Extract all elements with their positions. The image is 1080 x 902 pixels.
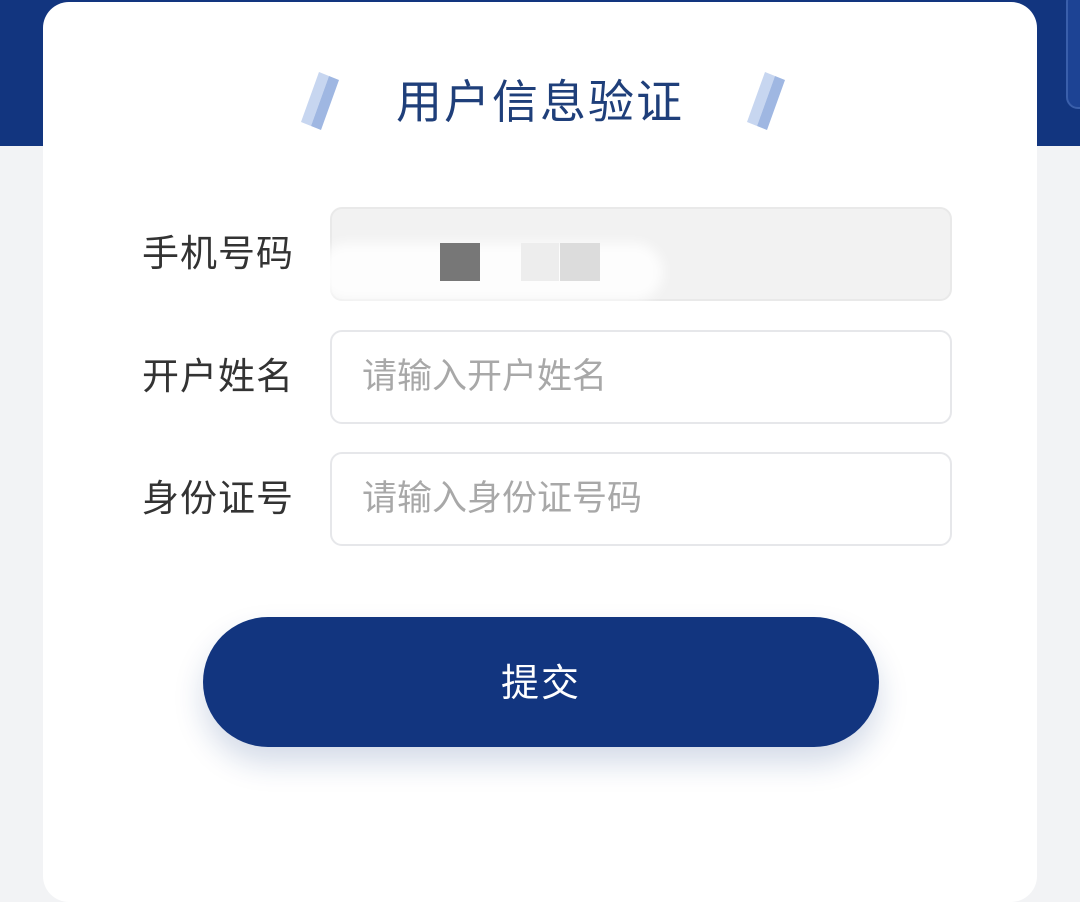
verification-card: 用户信息验证 手机号码 开户姓名 身份证号 提交 [43, 2, 1037, 902]
name-input[interactable] [330, 330, 952, 424]
id-label: 身份证号 [142, 477, 294, 520]
phone-mask-block [521, 243, 559, 281]
id-row: 身份证号 [43, 452, 1037, 546]
phone-row: 手机号码 [43, 207, 1037, 301]
side-panel-edge [1066, 0, 1080, 109]
title-row: 用户信息验证 [43, 62, 1037, 142]
id-number-input[interactable] [330, 452, 952, 546]
page-title: 用户信息验证 [396, 75, 684, 129]
name-row: 开户姓名 [43, 330, 1037, 424]
submit-button[interactable]: 提交 [203, 617, 879, 747]
phone-label: 手机号码 [142, 232, 294, 275]
decorative-stripes-icon [747, 72, 785, 130]
phone-mask-block [560, 243, 600, 281]
name-label: 开户姓名 [142, 355, 294, 398]
phone-mask-blur [318, 243, 663, 301]
phone-mask-block [440, 243, 480, 281]
